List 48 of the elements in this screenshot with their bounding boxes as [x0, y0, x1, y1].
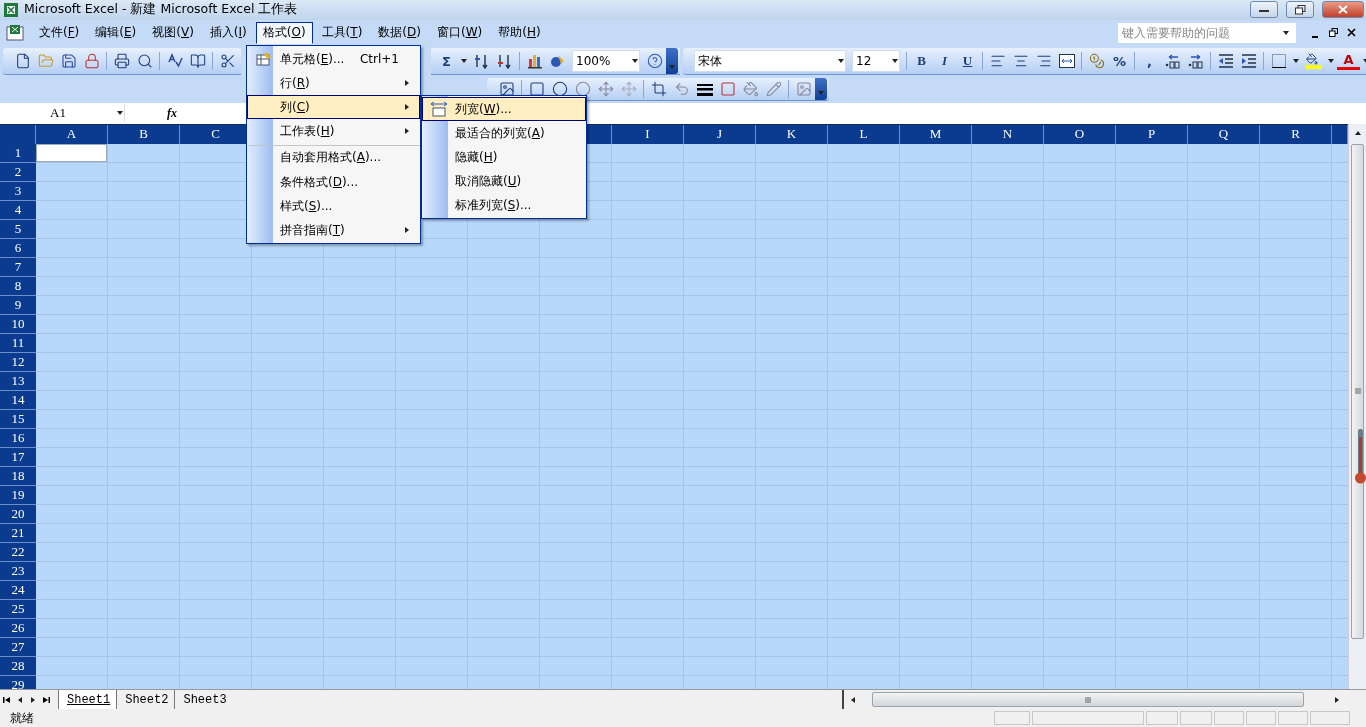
menu-item[interactable]: 工具(T)	[314, 21, 370, 44]
column-header[interactable]: O	[1044, 124, 1116, 144]
bold-button[interactable]: B	[910, 50, 933, 73]
menu-item[interactable]: 文件(F)	[32, 21, 87, 44]
menu-item[interactable]: 取消隐藏(U)	[422, 169, 586, 193]
sheet-tab[interactable]: Sheet1	[58, 690, 119, 710]
menu-item[interactable]: 样式(S)...	[247, 194, 420, 218]
column-header[interactable]: L	[828, 124, 900, 144]
menu-item[interactable]: 条件格式(D)...	[247, 170, 420, 194]
column-header[interactable]: B	[108, 124, 180, 144]
font-dropdown[interactable]: 宋体	[694, 50, 846, 73]
menu-item[interactable]: 格式(O)	[255, 21, 313, 44]
zoom-dropdown[interactable]: 100%	[572, 50, 640, 73]
column-header[interactable]: J	[684, 124, 756, 144]
menu-item[interactable]: 拼音指南(T)	[247, 218, 420, 242]
font-size-dropdown[interactable]: 12	[852, 50, 900, 73]
status-text: 就绪	[10, 709, 34, 727]
column-header[interactable]: K	[756, 124, 828, 144]
menu-item[interactable]: 列宽(W)...	[422, 97, 586, 121]
column-header[interactable]: P	[1116, 124, 1188, 144]
font-color-button[interactable]: A	[1337, 52, 1360, 71]
column-header[interactable]: A	[36, 124, 108, 144]
column-header[interactable]: M	[900, 124, 972, 144]
help-search-field[interactable]: 键入需要帮助的问题	[1118, 22, 1296, 43]
percent-button[interactable]: %	[1108, 50, 1131, 73]
menu-item[interactable]: 隐藏(H)	[422, 145, 586, 169]
menu-item[interactable]: 编辑(E)	[88, 21, 144, 44]
autosum-button[interactable]: Σ	[435, 50, 458, 73]
menu-item[interactable]: 视图(V)	[145, 21, 201, 44]
column-header[interactable]: I	[612, 124, 684, 144]
column-header[interactable]: Q	[1188, 124, 1260, 144]
menu-item[interactable]: 标准列宽(S)...	[422, 193, 586, 217]
menu-item[interactable]: 列(C)	[247, 95, 420, 119]
menu-item[interactable]: 插入(I)	[202, 21, 254, 44]
column-header[interactable]: N	[972, 124, 1044, 144]
insert-function-button[interactable]: fx	[165, 105, 179, 121]
menu-item[interactable]: 窗口(W)	[429, 21, 490, 44]
menu-item[interactable]: 行(R)	[247, 71, 420, 95]
window-title: Microsoft Excel - 新建 Microsoft Excel 工作表	[24, 1, 299, 19]
comma-style-button[interactable]: ,	[1138, 50, 1161, 73]
underline-button[interactable]: U	[956, 50, 979, 73]
menu-item[interactable]: 数据(D)	[371, 21, 428, 44]
menu-item[interactable]: 帮助(H)	[491, 21, 548, 44]
column-header[interactable]: R	[1260, 124, 1332, 144]
menu-item[interactable]: 单元格(E)... Ctrl+1	[247, 47, 420, 71]
menu-item[interactable]: 最适合的列宽(A)	[422, 121, 586, 145]
italic-button[interactable]: I	[933, 50, 956, 73]
menu-item[interactable]: 自动套用格式(A)...	[247, 145, 420, 170]
